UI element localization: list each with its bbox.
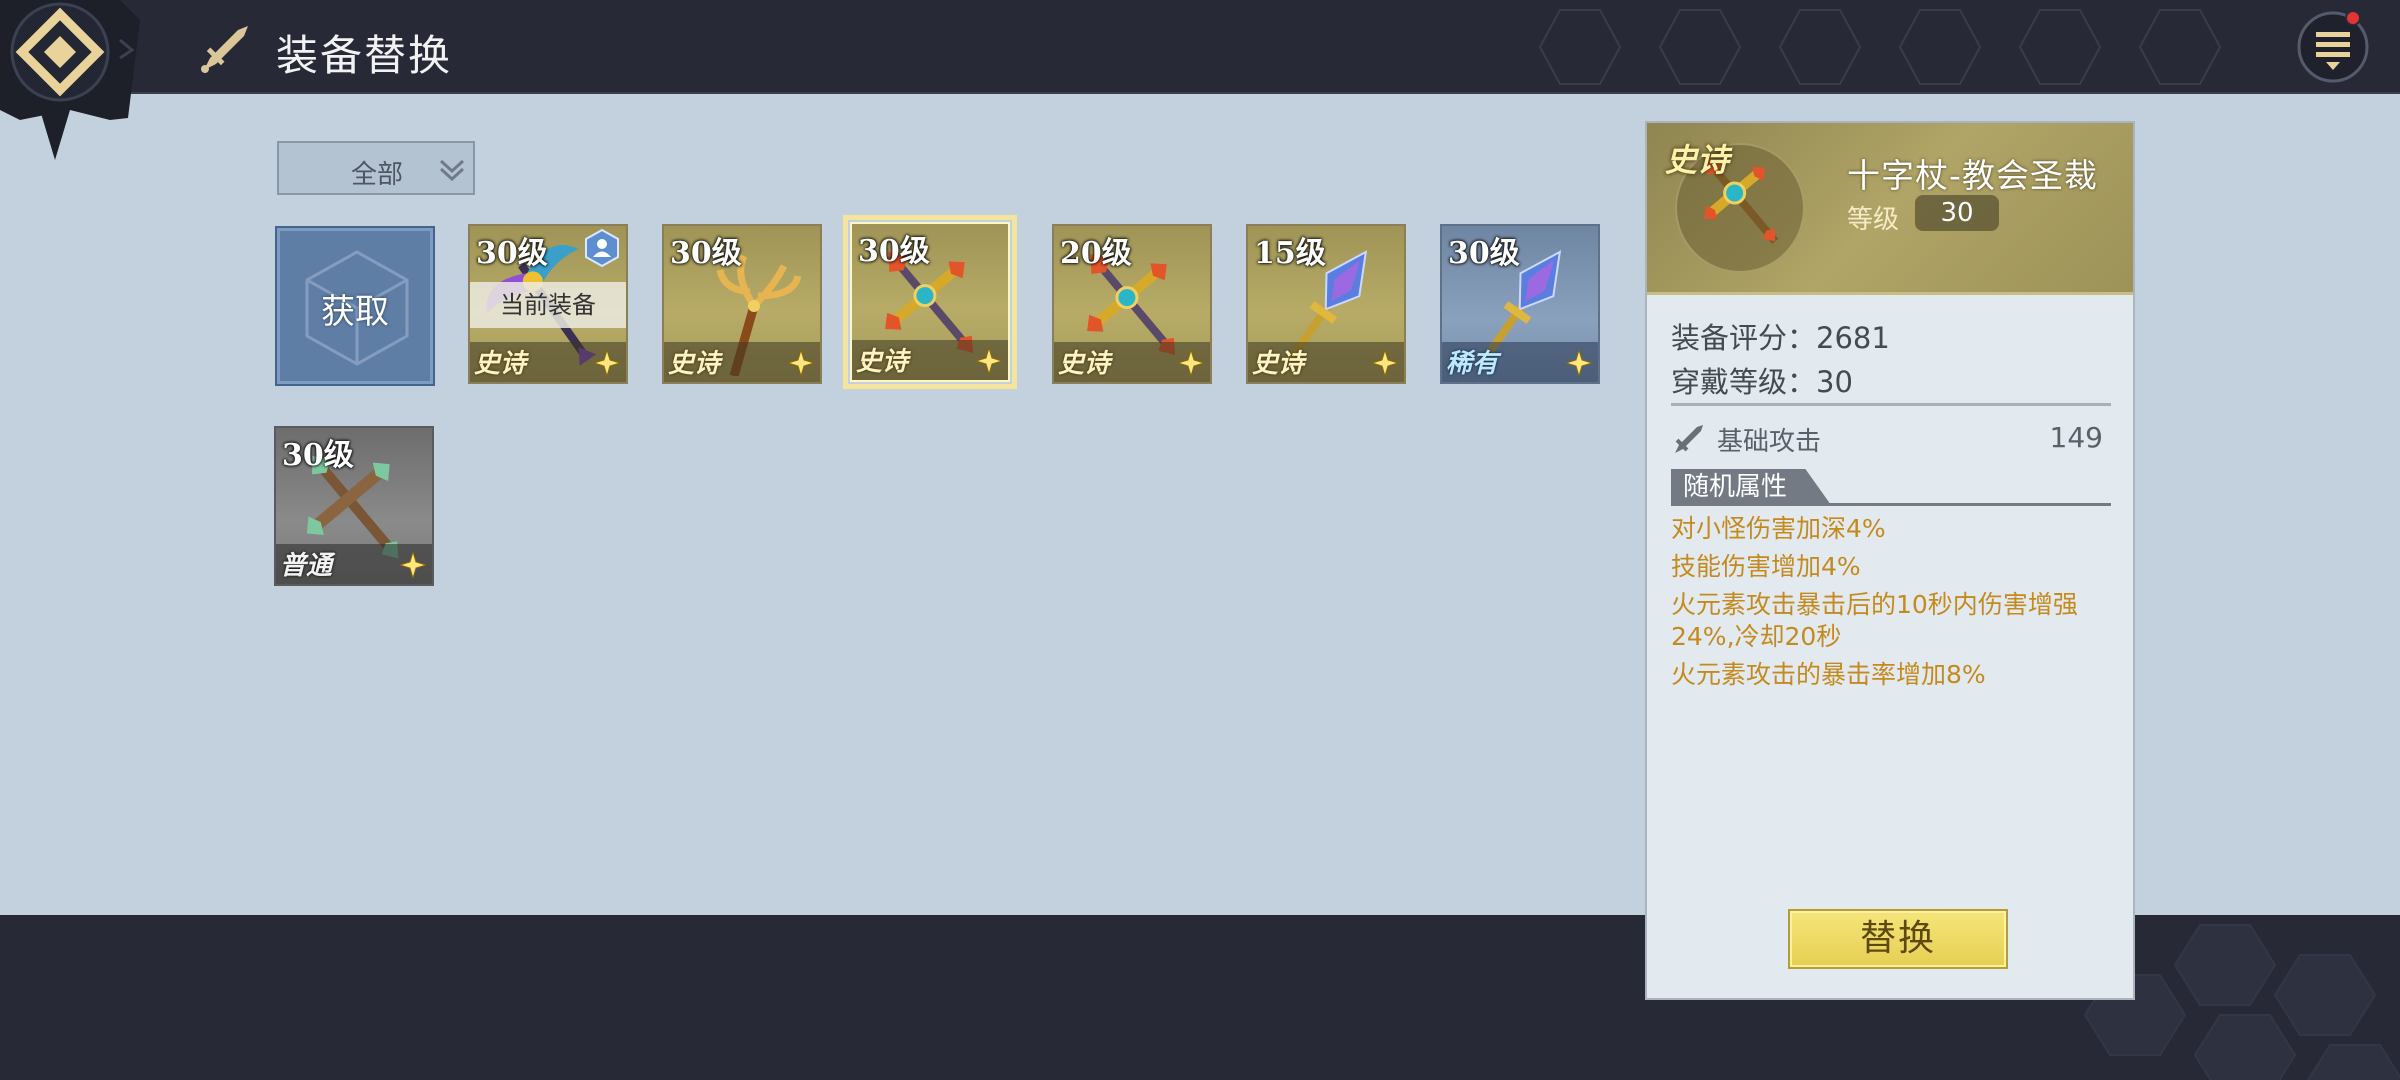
filter-dropdown[interactable]: 全部	[277, 141, 475, 195]
detail-rarity: 史诗	[1665, 141, 1730, 179]
sparkle-icon	[1372, 350, 1398, 376]
item-level: 30级	[282, 438, 354, 473]
wear-level: 穿戴等级：30	[1671, 365, 1853, 399]
inventory-slot[interactable]: 15级史诗	[1246, 224, 1406, 384]
back-icon	[0, 0, 140, 160]
notification-dot	[2345, 10, 2361, 26]
obtain-button[interactable]: 获取	[275, 226, 435, 386]
item-level: 15级	[1254, 236, 1326, 271]
inventory-slot[interactable]: 30级史诗	[662, 224, 822, 384]
base-attack-label: 基础攻击	[1717, 427, 1822, 457]
item-level: 30级	[670, 236, 742, 271]
random-attr-label: 随机属性	[1683, 472, 1788, 502]
inventory-slot[interactable]: 30级史诗	[843, 215, 1017, 389]
item-name: 十字杖-教会圣裁	[1847, 156, 2098, 195]
sparkle-icon	[976, 348, 1002, 374]
replace-button[interactable]: 替换	[1788, 909, 2008, 969]
sword-icon	[1675, 425, 1703, 453]
item-rarity: 史诗	[1058, 349, 1111, 379]
detail-header: 史诗 十字杖-教会圣裁 等级 30	[1647, 123, 2133, 295]
sparkle-icon	[594, 350, 620, 376]
base-attack-value: 149	[2049, 421, 2103, 454]
item-rarity: 史诗	[668, 349, 721, 379]
equipment-score: 装备评分：2681	[1671, 321, 1890, 355]
item-rarity: 普通	[280, 551, 333, 581]
hex-pattern-decoration	[1538, 9, 2222, 85]
sword-icon	[201, 26, 248, 73]
item-rarity: 史诗	[856, 347, 909, 377]
attribute-line: 火元素攻击的暴击率增加8%	[1671, 660, 1986, 689]
obtain-label: 获取	[321, 292, 389, 332]
sparkle-icon	[1566, 350, 1592, 376]
divider	[1671, 503, 2111, 506]
page-title: 装备替换	[276, 31, 453, 80]
inventory-slot[interactable]: 20级史诗	[1052, 224, 1212, 384]
inventory-slot[interactable]: 30级稀有	[1440, 224, 1600, 384]
equipped-label: 当前装备	[470, 282, 626, 328]
level-value: 30	[1915, 195, 1999, 231]
attribute-line: 技能伤害增加4%	[1671, 552, 1861, 581]
inventory-slot[interactable]: 30级史诗 当前装备	[468, 224, 628, 384]
sparkle-icon	[400, 552, 426, 578]
user-icon	[585, 228, 619, 268]
divider	[1671, 403, 2111, 406]
filter-selected-label: 全部	[351, 160, 404, 190]
inventory-slot[interactable]: 30级普通	[274, 426, 434, 586]
item-detail-panel: 史诗 十字杖-教会圣裁 等级 30 装备评分：2681 穿戴等级：30 基础攻击…	[1645, 121, 2135, 1000]
level-label: 等级	[1847, 205, 1900, 235]
attribute-line: 对小怪伤害加深4%	[1671, 514, 1886, 543]
back-button[interactable]	[0, 0, 140, 160]
item-level: 20级	[1060, 236, 1132, 271]
item-rarity: 稀有	[1446, 349, 1499, 379]
item-rarity: 史诗	[1252, 349, 1305, 379]
item-level: 30级	[1448, 236, 1520, 271]
attribute-line: 火元素攻击暴击后的10秒内伤害增强24%,冷却20秒	[1671, 590, 2078, 651]
sparkle-icon	[788, 350, 814, 376]
chevron-down-icon	[439, 159, 465, 181]
item-level: 30级	[858, 234, 930, 269]
sparkle-icon	[1178, 350, 1204, 376]
item-rarity: 史诗	[474, 349, 527, 379]
item-level: 30级	[476, 236, 548, 271]
